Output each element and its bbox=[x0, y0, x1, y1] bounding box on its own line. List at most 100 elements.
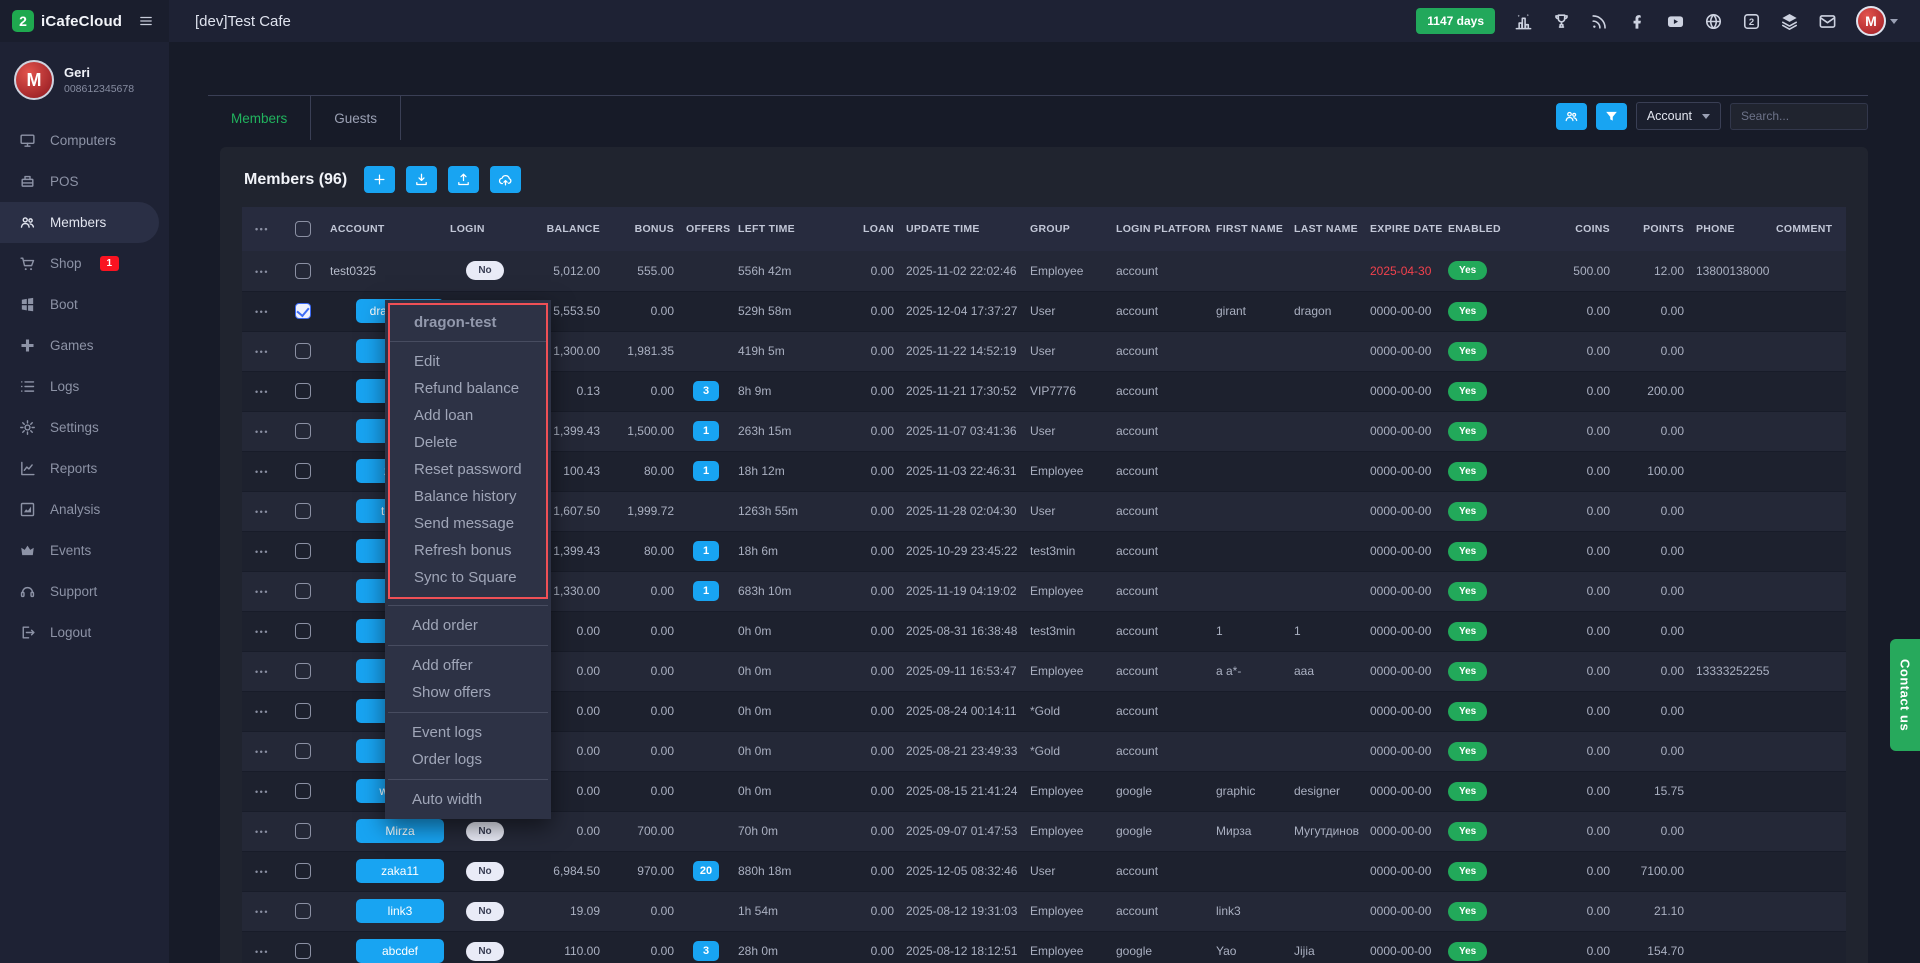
row-checkbox[interactable] bbox=[295, 503, 311, 519]
row-menu-button[interactable]: ••• bbox=[255, 827, 269, 837]
row-menu-button[interactable]: ••• bbox=[255, 387, 269, 397]
leaderboard-icon[interactable] bbox=[1514, 12, 1533, 31]
select-all-checkbox[interactable] bbox=[295, 221, 311, 237]
row-menu-button[interactable]: ••• bbox=[255, 307, 269, 317]
row-checkbox[interactable] bbox=[295, 583, 311, 599]
sidebar-item-shop[interactable]: Shop1 bbox=[0, 243, 169, 284]
sidebar-item-support[interactable]: Support bbox=[0, 571, 169, 612]
offers-count-badge[interactable]: 20 bbox=[693, 861, 719, 881]
row-checkbox[interactable] bbox=[295, 743, 311, 759]
mail-icon[interactable] bbox=[1818, 12, 1837, 31]
table-row[interactable]: •••zaka11No6,984.50970.0020880h 18m0.002… bbox=[242, 851, 1846, 891]
menu-item-refresh-bonus[interactable]: Refresh bonus bbox=[390, 537, 546, 564]
import-button[interactable] bbox=[406, 166, 437, 193]
menu-item-delete[interactable]: Delete bbox=[390, 429, 546, 456]
row-checkbox[interactable] bbox=[295, 863, 311, 879]
row-menu-button[interactable]: ••• bbox=[255, 747, 269, 757]
sidebar-item-computers[interactable]: Computers bbox=[0, 120, 169, 161]
menu-item-add-order[interactable]: Add order bbox=[388, 612, 548, 639]
menu-item-order-logs[interactable]: Order logs bbox=[388, 746, 548, 773]
sidebar-item-analysis[interactable]: Analysis bbox=[0, 489, 169, 530]
row-checkbox[interactable] bbox=[295, 263, 311, 279]
sidebar-item-members[interactable]: Members bbox=[0, 202, 159, 243]
row-checkbox[interactable] bbox=[295, 383, 311, 399]
avatar[interactable]: M bbox=[1856, 6, 1886, 36]
account-name[interactable]: link3 bbox=[356, 899, 444, 923]
icafecloud-icon[interactable]: 2 bbox=[1742, 12, 1761, 31]
menu-item-event-logs[interactable]: Event logs bbox=[388, 719, 548, 746]
row-checkbox[interactable] bbox=[295, 943, 311, 959]
row-menu-button[interactable]: ••• bbox=[255, 867, 269, 877]
menu-item-sync-to-square[interactable]: Sync to Square bbox=[390, 564, 546, 591]
row-checkbox[interactable] bbox=[295, 343, 311, 359]
row-checkbox[interactable] bbox=[295, 703, 311, 719]
row-menu-button[interactable]: ••• bbox=[255, 907, 269, 917]
menu-item-send-message[interactable]: Send message bbox=[390, 510, 546, 537]
youtube-icon[interactable] bbox=[1666, 12, 1685, 31]
sidebar-item-settings[interactable]: Settings bbox=[0, 407, 169, 448]
row-checkbox[interactable] bbox=[295, 783, 311, 799]
menu-item-reset-password[interactable]: Reset password bbox=[390, 456, 546, 483]
account-name[interactable]: zaka11 bbox=[356, 859, 444, 883]
row-menu-button[interactable]: ••• bbox=[255, 627, 269, 637]
row-menu-button[interactable]: ••• bbox=[255, 587, 269, 597]
row-menu-button[interactable]: ••• bbox=[255, 507, 269, 517]
menu-item-add-loan[interactable]: Add loan bbox=[390, 402, 546, 429]
row-checkbox[interactable] bbox=[295, 623, 311, 639]
row-checkbox[interactable] bbox=[295, 543, 311, 559]
menu-item-balance-history[interactable]: Balance history bbox=[390, 483, 546, 510]
globe-icon[interactable] bbox=[1704, 12, 1723, 31]
table-row[interactable]: •••link3No19.090.001h 54m0.002025-08-12 … bbox=[242, 891, 1846, 931]
row-checkbox[interactable] bbox=[295, 423, 311, 439]
sidebar-item-logs[interactable]: Logs bbox=[0, 366, 169, 407]
menu-item-refund-balance[interactable]: Refund balance bbox=[390, 375, 546, 402]
hamburger-menu-icon[interactable] bbox=[137, 14, 155, 28]
offers-count-badge[interactable]: 1 bbox=[693, 581, 719, 601]
facebook-icon[interactable] bbox=[1628, 12, 1647, 31]
sidebar-user[interactable]: M Geri 008612345678 bbox=[0, 42, 169, 120]
row-menu-button[interactable]: ••• bbox=[255, 947, 269, 957]
sidebar-item-logout[interactable]: Logout bbox=[0, 612, 169, 653]
chevron-down-icon[interactable] bbox=[1890, 19, 1898, 24]
cloud-sync-button[interactable] bbox=[490, 166, 521, 193]
row-menu-button[interactable]: ••• bbox=[255, 427, 269, 437]
contact-us-button[interactable]: Contact us bbox=[1890, 639, 1920, 751]
sidebar-item-pos[interactable]: POS bbox=[0, 161, 169, 202]
sidebar-item-games[interactable]: Games bbox=[0, 325, 169, 366]
menu-item-edit[interactable]: Edit bbox=[390, 348, 546, 375]
sidebar-item-events[interactable]: Events bbox=[0, 530, 169, 571]
offers-count-badge[interactable]: 1 bbox=[693, 541, 719, 561]
menu-item-add-offer[interactable]: Add offer bbox=[388, 652, 548, 679]
row-menu-button[interactable]: ••• bbox=[255, 547, 269, 557]
menu-item-show-offers[interactable]: Show offers bbox=[388, 679, 548, 706]
table-row[interactable]: •••abcdefNo110.000.00328h 0m0.002025-08-… bbox=[242, 931, 1846, 963]
offers-count-badge[interactable]: 3 bbox=[693, 381, 719, 401]
add-member-button[interactable] bbox=[364, 166, 395, 193]
members-view-button[interactable] bbox=[1556, 103, 1587, 130]
row-menu-button[interactable]: ••• bbox=[255, 267, 269, 277]
tab-members[interactable]: Members bbox=[208, 96, 311, 140]
tab-guests[interactable]: Guests bbox=[311, 96, 401, 140]
trophy-icon[interactable] bbox=[1552, 12, 1571, 31]
column-settings-icon[interactable]: ••• bbox=[255, 224, 269, 234]
offers-count-badge[interactable]: 3 bbox=[693, 941, 719, 961]
menu-item-auto-width[interactable]: Auto width bbox=[388, 786, 548, 813]
offers-count-badge[interactable]: 1 bbox=[693, 421, 719, 441]
row-menu-button[interactable]: ••• bbox=[255, 347, 269, 357]
account-name[interactable]: Mirza bbox=[356, 819, 444, 843]
row-checkbox[interactable] bbox=[295, 823, 311, 839]
layers-icon[interactable] bbox=[1780, 12, 1799, 31]
row-checkbox[interactable] bbox=[295, 303, 311, 319]
sidebar-item-boot[interactable]: Boot bbox=[0, 284, 169, 325]
row-menu-button[interactable]: ••• bbox=[255, 467, 269, 477]
table-row[interactable]: •••test0325No5,012.00555.00556h 42m0.002… bbox=[242, 251, 1846, 291]
search-input[interactable] bbox=[1730, 103, 1868, 130]
row-menu-button[interactable]: ••• bbox=[255, 707, 269, 717]
offers-count-badge[interactable]: 1 bbox=[693, 461, 719, 481]
row-checkbox[interactable] bbox=[295, 663, 311, 679]
account-name[interactable]: abcdef bbox=[356, 939, 444, 963]
row-menu-button[interactable]: ••• bbox=[255, 787, 269, 797]
rss-icon[interactable] bbox=[1590, 12, 1609, 31]
search-field-select[interactable]: Account bbox=[1636, 102, 1721, 130]
sidebar-item-reports[interactable]: Reports bbox=[0, 448, 169, 489]
